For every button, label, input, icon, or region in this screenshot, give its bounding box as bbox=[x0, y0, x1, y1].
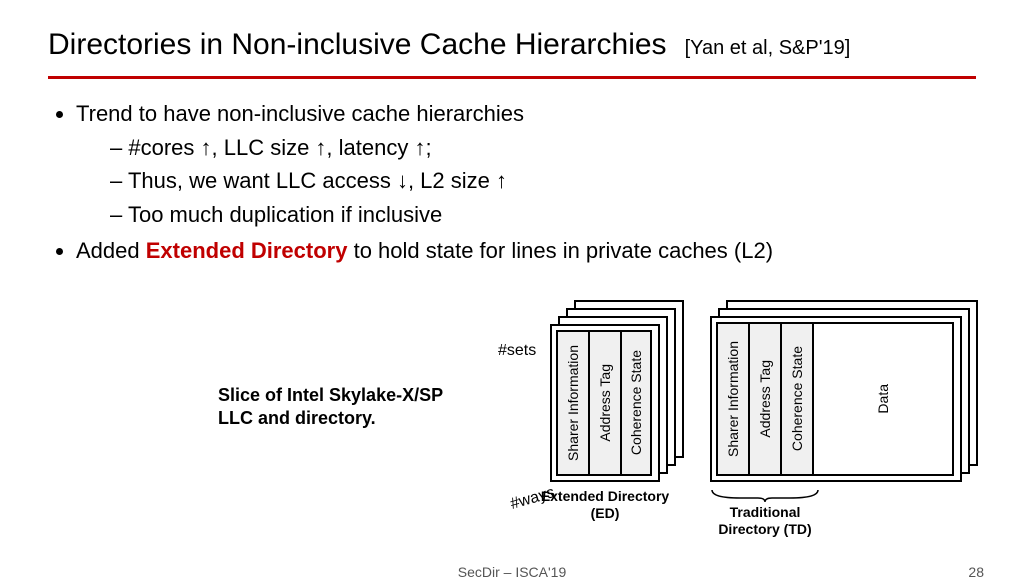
bullet-trend: Trend to have non-inclusive cache hierar… bbox=[76, 99, 976, 230]
bullet-ed: Added Extended Directory to hold state f… bbox=[76, 236, 976, 266]
ed-label: Extended Directory (ED) bbox=[540, 488, 670, 522]
diagram: Slice of Intel Skylake-X/SP LLC and dire… bbox=[200, 300, 1000, 560]
td-col-state: Coherence State bbox=[789, 346, 805, 451]
bullet-text-post: to hold state for lines in private cache… bbox=[347, 238, 773, 263]
td-col-data: Data bbox=[875, 384, 891, 414]
td-col-tag: Address Tag bbox=[757, 360, 773, 438]
ed-brace: Extended Directory (ED) bbox=[540, 488, 670, 522]
bullet-text: Trend to have non-inclusive cache hierar… bbox=[76, 101, 524, 126]
ed-col-tag: Address Tag bbox=[597, 364, 613, 442]
diagram-caption: Slice of Intel Skylake-X/SP LLC and dire… bbox=[218, 384, 478, 431]
bullet-text-pre: Added bbox=[76, 238, 146, 263]
td-col-sharer: Sharer Information bbox=[725, 341, 741, 457]
page-number: 28 bbox=[968, 564, 984, 580]
sub-bullet: Too much duplication if inclusive bbox=[110, 200, 976, 230]
body-content: Trend to have non-inclusive cache hierar… bbox=[0, 79, 1024, 265]
citation: [Yan et al, S&P'19] bbox=[685, 37, 851, 60]
footer-venue: SecDir – ISCA'19 bbox=[458, 564, 567, 580]
sub-bullet: Thus, we want LLC access ↓, L2 size ↑ bbox=[110, 166, 976, 196]
sets-label: #sets bbox=[498, 342, 536, 360]
ed-col-sharer: Sharer Information bbox=[565, 345, 581, 461]
td-label: Traditional Directory (TD) bbox=[700, 504, 830, 538]
sub-bullet: #cores ↑, LLC size ↑, latency ↑; bbox=[110, 133, 976, 163]
page-title: Directories in Non-inclusive Cache Hiera… bbox=[48, 28, 667, 62]
ed-col-state: Coherence State bbox=[628, 350, 644, 455]
bullet-text-em: Extended Directory bbox=[146, 238, 348, 263]
td-brace: Traditional Directory (TD) bbox=[700, 488, 830, 538]
